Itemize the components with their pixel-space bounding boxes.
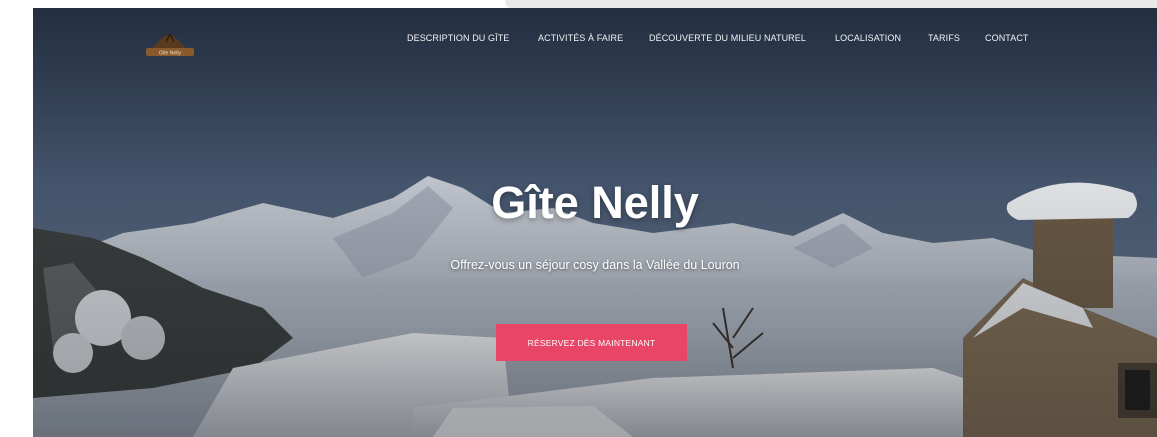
svg-text:Gîte Nelly: Gîte Nelly xyxy=(159,51,181,57)
browser-top-strip xyxy=(505,0,1157,8)
chalet-logo-icon[interactable]: Gîte Nelly xyxy=(140,24,200,60)
nav-item-tarifs[interactable]: TARIFS xyxy=(928,33,960,43)
nav-item-activites[interactable]: ACTIVITÉS À FAIRE xyxy=(538,33,623,43)
nav-item-description[interactable]: DESCRIPTION DU GÎTE xyxy=(407,33,509,43)
nav-item-contact[interactable]: CONTACT xyxy=(985,33,1029,43)
hero-section: Gîte Nelly DESCRIPTION DU GÎTE ACTIVITÉS… xyxy=(33,8,1157,437)
hero-title: Gîte Nelly xyxy=(491,177,699,228)
hero-subtitle: Offrez-vous un séjour cosy dans la Vallé… xyxy=(450,258,740,272)
reserve-now-button[interactable]: RÉSERVEZ DÈS MAINTENANT xyxy=(496,324,687,361)
nav-item-decouverte[interactable]: DÉCOUVERTE DU MILIEU NATUREL xyxy=(649,33,806,43)
top-navbar: Gîte Nelly DESCRIPTION DU GÎTE ACTIVITÉS… xyxy=(33,8,1157,70)
nav-item-localisation[interactable]: LOCALISATION xyxy=(835,33,901,43)
